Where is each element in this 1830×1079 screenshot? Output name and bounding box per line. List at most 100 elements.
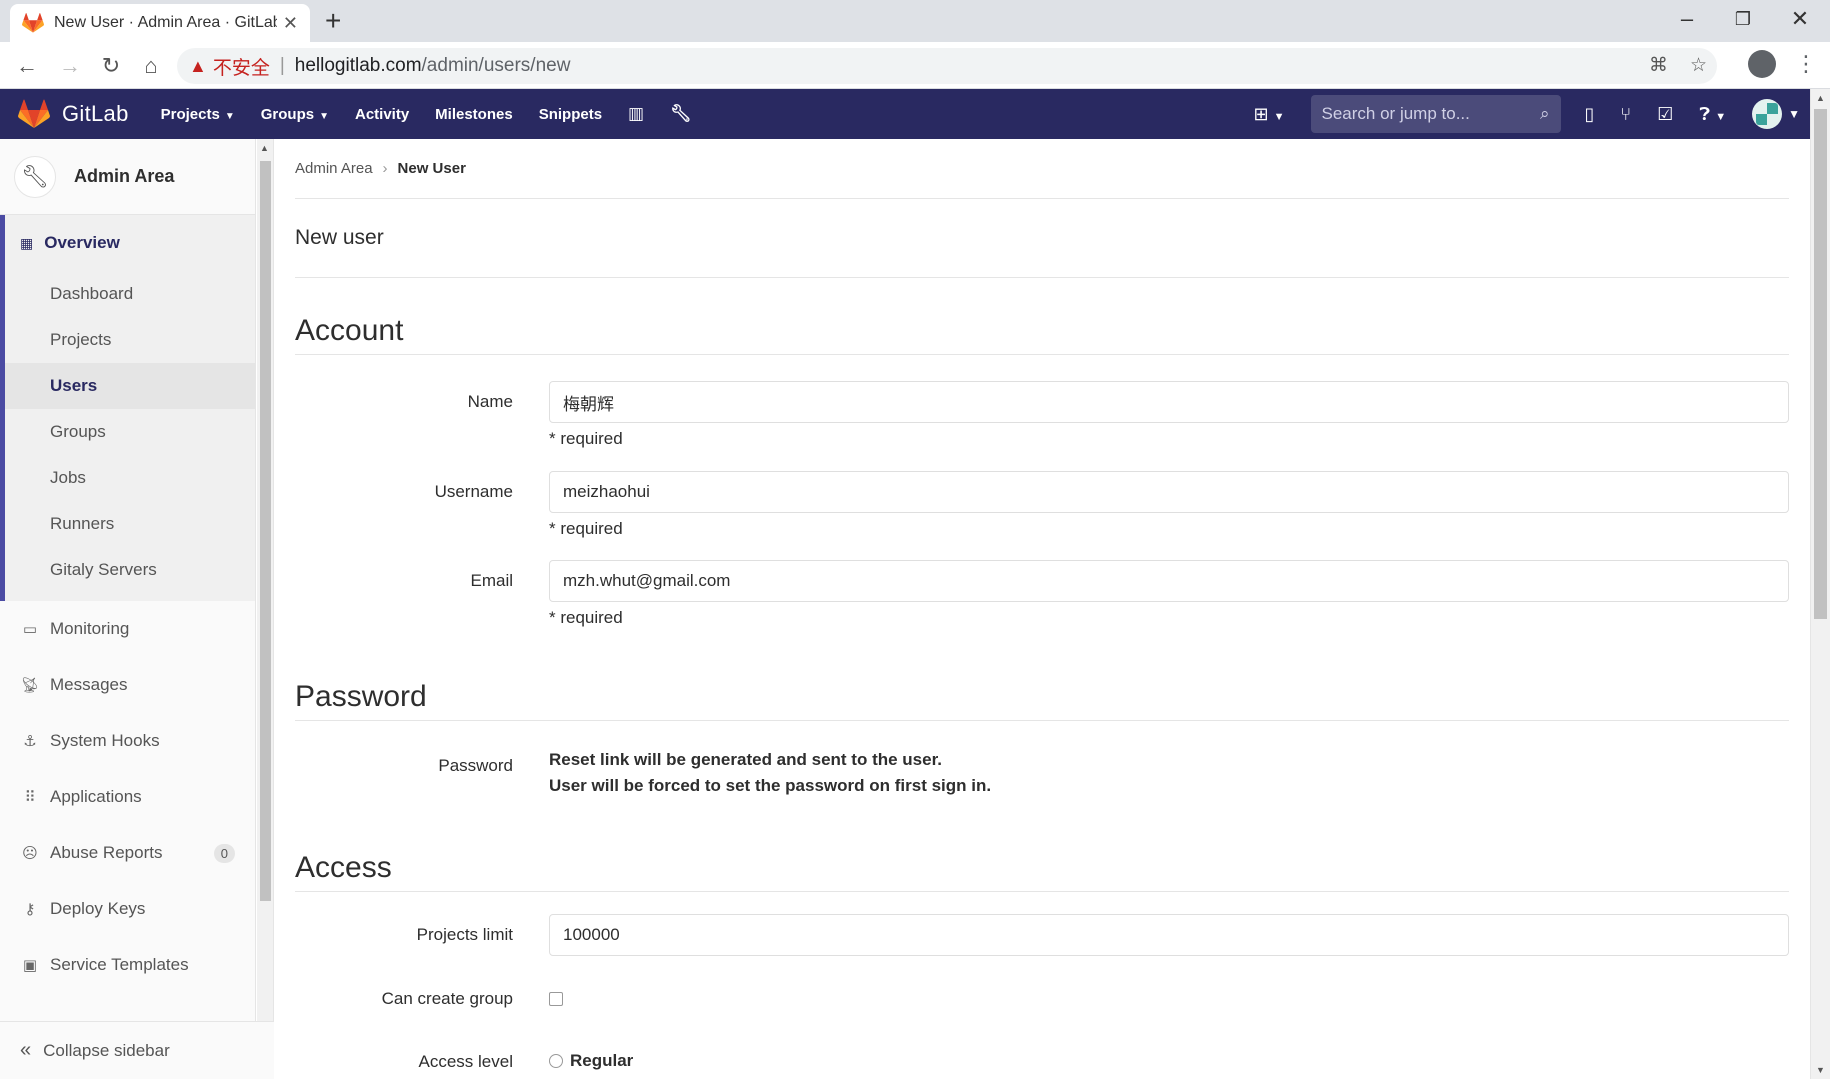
password-force-info: User will be forced to set the password … (549, 776, 992, 795)
sidebar-item-overview[interactable]: ▦ Overview (5, 215, 255, 271)
nav-activity[interactable]: Activity (355, 106, 409, 123)
new-item-dropdown[interactable]: ⊞ ▼ (1254, 104, 1285, 125)
projects-limit-input[interactable]: 100000 (549, 914, 1789, 956)
browser-toolbar: ← → ↻ ⌂ ▲ 不安全 | hellogitlab.com /admin/u… (0, 42, 1830, 89)
scroll-up-arrow-icon[interactable]: ▲ (260, 143, 269, 153)
sidebar-item-service-templates[interactable]: ▣ Service Templates (0, 937, 255, 993)
sidebar-item-projects[interactable]: Projects (5, 317, 255, 363)
username-label: Username (434, 482, 513, 501)
nav-milestones[interactable]: Milestones (435, 106, 513, 123)
key-icon: ⚷ (24, 901, 36, 918)
back-arrow-icon[interactable]: ← (12, 51, 42, 81)
reload-icon[interactable]: ↻ (96, 51, 126, 81)
sidebar-item-groups[interactable]: Groups (5, 409, 255, 455)
double-chevron-left-icon: « (20, 1039, 32, 1061)
new-tab-button[interactable]: + (325, 6, 341, 36)
url-path: /admin/users/new (421, 55, 571, 76)
main-content: Admin Area › New User New user Account N… (295, 139, 1789, 1079)
email-input[interactable]: mzh.whut@gmail.com (549, 560, 1789, 602)
collapse-sidebar-button[interactable]: « Collapse sidebar (0, 1021, 274, 1079)
sidebar-overview-group: ▦ Overview Dashboard Projects Users Grou… (0, 215, 255, 601)
email-label: Email (470, 571, 513, 590)
chevron-down-icon: ▼ (224, 110, 235, 122)
chevron-down-icon: ▼ (1273, 110, 1285, 123)
chevron-down-icon[interactable]: ▼ (1788, 107, 1800, 121)
sidebar-item-messages[interactable]: 📡︎ Messages (0, 657, 255, 713)
gitlab-favicon-icon (22, 13, 44, 33)
password-section-title: Password (295, 680, 1789, 721)
chevron-down-icon: ▼ (1715, 110, 1727, 123)
admin-sidebar: 🔧︎ Admin Area ▦ Overview Dashboard Proje… (0, 139, 256, 1079)
apps-icon: ⠿ (24, 789, 36, 806)
nav-groups[interactable]: Groups ▼ (261, 106, 329, 123)
sidebar-item-gitaly-servers[interactable]: Gitaly Servers (5, 547, 255, 593)
gitlab-brand: GitLab (62, 101, 129, 126)
sidebar-item-monitoring[interactable]: ▭ Monitoring (0, 601, 255, 657)
todos-icon[interactable]: ☑ (1657, 104, 1673, 125)
window-close-button[interactable]: ✕ (1775, 4, 1825, 34)
password-label: Password (438, 756, 513, 775)
window-restore-button[interactable]: ❐ (1718, 4, 1768, 34)
sidebar-scrollbar[interactable]: ▲ (257, 139, 274, 1079)
window-minimize-button[interactable]: – (1662, 4, 1712, 34)
name-input[interactable]: 梅朝辉 (549, 381, 1789, 423)
merge-request-icon[interactable]: ⑂ (1620, 104, 1631, 125)
search-input[interactable]: Search or jump to... ⌕ (1310, 95, 1561, 133)
url-separator: | (279, 55, 285, 76)
page-scrollbar[interactable]: ▲ ▼ (1810, 89, 1830, 1079)
browser-profile-icon[interactable] (1748, 50, 1776, 78)
sidebar-scrollbar-thumb[interactable] (260, 161, 271, 901)
chevron-down-icon: ▼ (319, 110, 329, 122)
bookmark-star-icon[interactable]: ☆ (1690, 48, 1707, 84)
can-create-group-row: Can create group (295, 978, 1789, 1041)
nav-projects[interactable]: Projects ▼ (161, 106, 235, 123)
name-required-hint: * required (549, 429, 623, 448)
sidebar-item-runners[interactable]: Runners (5, 501, 255, 547)
sidebar-item-system-hooks[interactable]: ⚓︎ System Hooks (0, 713, 255, 769)
page-title: New user (295, 199, 1789, 278)
username-input[interactable]: meizhaohui (549, 471, 1789, 513)
browser-menu-icon[interactable]: ⋮ (1795, 48, 1817, 80)
sidebar-item-users[interactable]: Users (5, 363, 255, 409)
issues-icon[interactable]: ▯ (1585, 104, 1595, 125)
breadcrumb-admin-area[interactable]: Admin Area (295, 160, 373, 177)
sidebar-context-header[interactable]: 🔧︎ Admin Area (0, 139, 255, 215)
insecure-label: 不安全 (212, 57, 270, 79)
sidebar-item-abuse-reports[interactable]: ☹ Abuse Reports 0 (0, 825, 255, 881)
access-level-row: Access level Regular (295, 1041, 1789, 1079)
gitlab-logo[interactable]: GitLab (18, 99, 129, 129)
forward-arrow-icon[interactable]: → (55, 51, 85, 81)
sidebar-item-jobs[interactable]: Jobs (5, 455, 255, 501)
sidebar-item-dashboard[interactable]: Dashboard (5, 271, 255, 317)
address-bar[interactable]: ▲ 不安全 | hellogitlab.com /admin/users/new… (177, 48, 1717, 84)
tab-close-icon[interactable]: ✕ (283, 13, 298, 34)
sidebar-item-deploy-keys[interactable]: ⚷ Deploy Keys (0, 881, 255, 937)
chart-icon[interactable]: ▥ (628, 104, 644, 124)
regular-radio[interactable] (549, 1054, 563, 1068)
help-dropdown[interactable]: ❓︎ ▼ (1699, 104, 1726, 125)
scroll-down-arrow-icon[interactable]: ▼ (1816, 1065, 1825, 1075)
gitlab-navbar: GitLab Projects ▼ Groups ▼ Activity Milest… (0, 89, 1830, 139)
account-section-title: Account (295, 314, 1789, 355)
access-level-label: Access level (418, 1052, 513, 1071)
password-row: Password Reset link will be generated an… (295, 747, 1789, 815)
admin-wrench-icon[interactable]: 🔧︎ (670, 104, 692, 124)
username-row: Username meizhaohui * required (295, 471, 1789, 560)
user-avatar[interactable] (1752, 99, 1783, 129)
projects-limit-row: Projects limit 100000 (295, 914, 1789, 978)
scroll-up-arrow-icon[interactable]: ▲ (1816, 93, 1825, 103)
url-host: hellogitlab.com (294, 55, 422, 76)
page-scrollbar-thumb[interactable] (1814, 109, 1827, 619)
browser-tabstrip: New User · Admin Area · GitLab ✕ + – ❐ ✕ (0, 0, 1830, 42)
nav-snippets[interactable]: Snippets (539, 106, 602, 123)
template-icon: ▣ (22, 957, 38, 974)
broadcast-icon: 📡︎ (20, 677, 40, 694)
access-level-regular-option[interactable]: Regular (549, 1051, 1789, 1071)
translate-icon[interactable]: ⌘ (1649, 48, 1668, 84)
breadcrumb-current[interactable]: New User (398, 160, 466, 177)
sidebar-item-applications[interactable]: ⠿ Applications (0, 769, 255, 825)
browser-tab[interactable]: New User · Admin Area · GitLab ✕ (10, 4, 310, 42)
home-icon[interactable]: ⌂ (136, 51, 166, 81)
can-create-group-checkbox[interactable] (549, 992, 563, 1006)
breadcrumb: Admin Area › New User (295, 139, 1789, 199)
